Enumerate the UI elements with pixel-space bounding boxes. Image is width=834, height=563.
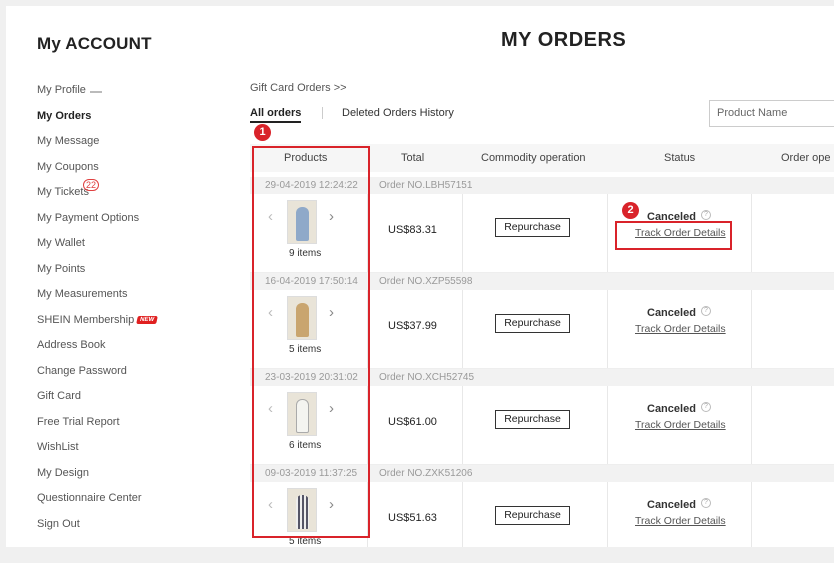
track-order-details-link[interactable]: Track Order Details <box>635 419 726 431</box>
sidebar-item-label: My Points <box>37 262 86 275</box>
sidebar-item-address-book[interactable]: Address Book <box>37 339 157 365</box>
sidebar-item-label: My Design <box>37 466 89 479</box>
track-order-details-link[interactable]: Track Order Details <box>635 323 726 335</box>
sidebar-item-label: Change Password <box>37 364 127 377</box>
account-sidebar: My ACCOUNT My Profile My Orders My Messa… <box>6 6 226 547</box>
product-name-search-input[interactable]: Product Name <box>709 100 834 127</box>
status-text: Canceled <box>647 307 696 319</box>
status-text: Canceled <box>647 499 696 511</box>
column-divider <box>751 290 752 368</box>
sidebar-item-change-password[interactable]: Change Password <box>37 365 157 391</box>
order-number: Order NO.ZXK51206 <box>379 468 473 479</box>
repurchase-button[interactable]: Repurchase <box>495 218 570 237</box>
column-order-operation: Order ope <box>781 152 831 164</box>
sidebar-item-label: My Coupons <box>37 160 99 173</box>
sidebar-item-label: My Payment Options <box>37 211 140 224</box>
sidebar-item-label: My Orders <box>37 109 92 122</box>
sidebar-item-label: My Profile <box>37 84 86 96</box>
sidebar-item-label: Gift Card <box>37 390 82 402</box>
sidebar-item-membership[interactable]: SHEIN Membership NEW <box>37 313 159 340</box>
repurchase-button[interactable]: Repurchase <box>495 506 570 525</box>
sidebar-item-free-trial-report[interactable]: Free Trial Report <box>37 416 157 442</box>
sidebar-item-label: My Tickets <box>37 186 89 198</box>
column-divider <box>607 194 608 272</box>
column-divider <box>607 290 608 368</box>
crown-icon <box>89 85 102 93</box>
column-divider <box>462 194 463 272</box>
repurchase-button[interactable]: Repurchase <box>495 410 570 429</box>
track-order-highlight <box>615 221 732 250</box>
annotation-marker-2: 2 <box>622 202 639 219</box>
sidebar-item-sign-out[interactable]: Sign Out <box>37 518 157 544</box>
sidebar-item-measurements[interactable]: My Measurements <box>37 288 157 314</box>
account-title: My ACCOUNT <box>37 34 152 53</box>
track-order-details-link[interactable]: Track Order Details <box>635 515 726 527</box>
sidebar-item-gift-card[interactable]: Gift Card <box>37 390 157 416</box>
orders-main: MY ORDERS Gift Card Orders >> All orders… <box>246 6 834 547</box>
sidebar-item-label: WishList <box>37 441 79 453</box>
order-number: Order NO.XCH52745 <box>379 372 475 383</box>
column-divider <box>462 386 463 464</box>
sidebar-item-orders[interactable]: My Orders <box>37 110 157 136</box>
sidebar-item-questionnaire[interactable]: Questionnaire Center <box>37 492 157 518</box>
sidebar-item-label: Sign Out <box>37 517 80 530</box>
sidebar-item-points[interactable]: My Points <box>37 263 157 289</box>
account-nav: My Profile My Orders My Message My Coupo… <box>37 84 159 544</box>
sidebar-item-payment-options[interactable]: My Payment Options <box>37 212 157 238</box>
sidebar-item-label: Questionnaire Center <box>37 492 142 504</box>
column-divider <box>607 386 608 464</box>
page-title: MY ORDERS <box>501 29 627 51</box>
help-icon[interactable]: ? <box>701 402 711 412</box>
help-icon[interactable]: ? <box>701 498 711 508</box>
column-divider <box>751 386 752 464</box>
order-total: US$37.99 <box>388 320 437 332</box>
order-number: Order NO.XZP55598 <box>379 276 473 287</box>
column-divider <box>462 482 463 547</box>
column-divider <box>462 290 463 368</box>
sidebar-item-my-design[interactable]: My Design <box>37 467 157 493</box>
sidebar-item-message[interactable]: My Message <box>37 135 157 161</box>
status-text: Canceled <box>647 403 696 415</box>
sidebar-item-label: My Measurements <box>37 288 128 300</box>
order-number: Order NO.LBH57151 <box>379 180 473 191</box>
sidebar-item-wishlist[interactable]: WishList <box>37 441 157 467</box>
sidebar-item-label: Address Book <box>37 339 106 351</box>
sidebar-item-tickets[interactable]: My Tickets 22 <box>37 179 157 212</box>
gift-card-orders-link[interactable]: Gift Card Orders >> <box>250 82 347 94</box>
order-total: US$61.00 <box>388 416 437 428</box>
products-column-highlight <box>252 146 370 538</box>
sidebar-item-label: SHEIN Membership <box>37 313 135 326</box>
new-badge: NEW <box>136 315 159 324</box>
help-icon[interactable]: ? <box>701 306 711 316</box>
sidebar-item-label: Free Trial Report <box>37 415 120 428</box>
page-frame: My ACCOUNT My Profile My Orders My Messa… <box>6 6 834 547</box>
column-commodity-operation: Commodity operation <box>481 152 586 164</box>
column-status: Status <box>664 152 696 164</box>
sidebar-item-label: My Wallet <box>37 237 85 249</box>
tab-all-orders[interactable]: All orders <box>250 107 302 123</box>
column-divider <box>751 482 752 547</box>
repurchase-button[interactable]: Repurchase <box>495 314 570 333</box>
column-divider <box>607 482 608 547</box>
sidebar-item-wallet[interactable]: My Wallet <box>37 237 157 263</box>
help-icon[interactable]: ? <box>701 210 711 220</box>
order-total: US$83.31 <box>388 224 437 236</box>
column-divider <box>751 194 752 272</box>
order-total: US$51.63 <box>388 512 437 524</box>
tab-deleted-orders[interactable]: Deleted Orders History <box>342 107 454 119</box>
sidebar-item-profile[interactable]: My Profile <box>37 84 157 110</box>
sidebar-item-label: My Message <box>37 135 100 147</box>
tickets-count-badge: 22 <box>83 179 100 191</box>
annotation-marker-1: 1 <box>254 124 271 141</box>
column-total: Total <box>401 152 425 164</box>
tab-divider <box>322 107 323 119</box>
